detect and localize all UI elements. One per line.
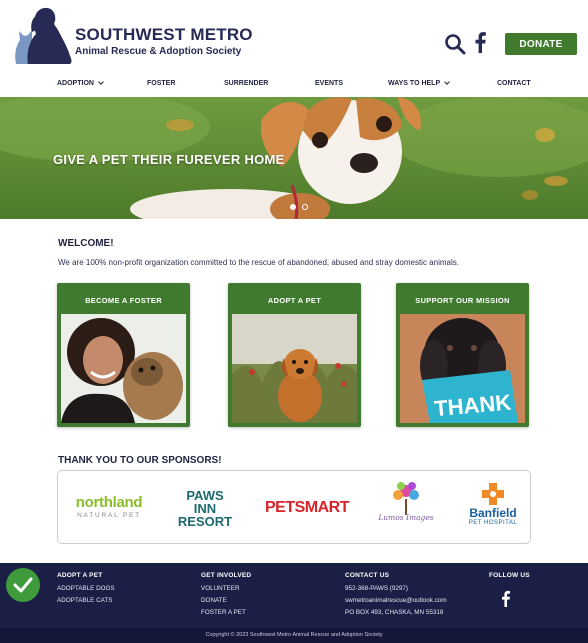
sponsor-logo-text: PET HOSPITAL (468, 520, 518, 526)
sponsor-logo-text: Lumos (378, 513, 404, 522)
hero-banner: GIVE A PET THEIR FUREVER HOME (0, 97, 588, 219)
search-icon[interactable] (444, 33, 466, 55)
footer-heading-involved: GET INVOLVED (201, 572, 252, 579)
footer-email[interactable]: swmetroanimalrescue@outlook.com (345, 597, 447, 604)
hero-headline: GIVE A PET THEIR FUREVER HOME (53, 152, 285, 167)
sponsor-logo-text: PETSMART (265, 499, 350, 516)
card-label: BECOME A FOSTER (85, 296, 162, 305)
nav-item-label: FOSTER (147, 80, 176, 87)
sponsor-logo-text: RESORT (177, 514, 233, 529)
sponsor-lumos-images-logo[interactable]: Lumos Images (366, 481, 446, 522)
footer-link[interactable]: FOSTER A PET (201, 609, 246, 616)
adopt-a-pet-card[interactable]: ADOPT A PET (228, 283, 361, 427)
site-footer: ADOPT A PET ADOPTABLE DOGS ADOPTABLE CAT… (0, 563, 588, 628)
sponsor-banfield-logo[interactable]: Banfield PET HOSPITAL (458, 483, 528, 526)
footer-heading-adopt: ADOPT A PET (57, 572, 103, 579)
nav-item-adoption[interactable]: ADOPTION (57, 79, 104, 87)
facebook-icon[interactable] (500, 590, 511, 607)
slide-dot-active[interactable] (290, 204, 296, 210)
nav-item-contact[interactable]: CONTACT (497, 80, 531, 87)
dog-in-field-photo (232, 314, 357, 423)
banfield-cross-icon (482, 483, 504, 505)
support-mission-card[interactable]: SUPPORT OUR MISSION THANK (396, 283, 529, 427)
nav-item-ways-to-help[interactable]: WAYS TO HELP (388, 79, 450, 87)
sponsors-title: THANK YOU TO OUR SPONSORS! (58, 455, 222, 466)
sponsor-logo-text: Images (406, 513, 434, 522)
nav-item-surrender[interactable]: SURRENDER (224, 80, 268, 87)
nav-item-label: CONTACT (497, 80, 531, 87)
sponsors-carousel: northland NATURAL PET PAWS INN RESORT PE… (57, 470, 531, 544)
nav-item-label: ADOPTION (57, 80, 94, 87)
dog-with-thank-you-sign-photo: THANK (400, 314, 525, 423)
sponsor-petsmart-logo[interactable]: PETSMART (261, 499, 353, 517)
card-label: SUPPORT OUR MISSION (415, 296, 510, 305)
welcome-title: WELCOME! (58, 238, 114, 249)
chevron-down-icon (444, 79, 450, 85)
slide-dot[interactable] (302, 204, 308, 210)
sponsor-paws-inn-logo[interactable]: PAWS INN RESORT (170, 489, 240, 528)
card-label: ADOPT A PET (267, 296, 322, 305)
footer-heading-follow: FOLLOW US (489, 572, 530, 579)
nav-item-label: WAYS TO HELP (388, 80, 441, 87)
copyright-text: Copyright © 2023 Southwest Metro Animal … (0, 628, 588, 643)
site-header: SOUTHWEST METRO Animal Rescue & Adoption… (0, 0, 588, 70)
donate-button[interactable]: DONATE (505, 33, 577, 55)
sponsor-northland-logo[interactable]: northland NATURAL PET (64, 494, 154, 520)
footer-phone[interactable]: 952-368-PAWS (9297) (345, 585, 408, 592)
welcome-text: We are 100% non-profit organization comm… (58, 258, 459, 267)
footer-link[interactable]: ADOPTABLE DOGS (57, 585, 115, 592)
become-foster-card[interactable]: BECOME A FOSTER (57, 283, 190, 427)
nav-item-foster[interactable]: FOSTER (147, 80, 175, 87)
nav-item-label: SURRENDER (224, 80, 269, 87)
chevron-down-icon (98, 79, 104, 85)
footer-link[interactable]: ADOPTABLE CATS (57, 597, 112, 604)
footer-link[interactable]: DONATE (201, 597, 227, 604)
sponsor-logo-text: northland (75, 494, 143, 511)
footer-link[interactable]: VOLUNTEER (201, 585, 240, 592)
dog-cat-logo-icon[interactable] (10, 4, 74, 66)
nav-item-label: EVENTS (315, 80, 344, 87)
nav-item-events[interactable]: EVENTS (315, 80, 343, 87)
main-nav: ADOPTION FOSTER SURRENDER EVENTS WAYS TO… (0, 70, 588, 97)
footer-address: PO BOX 493, CHASKA, MN 55318 (345, 609, 444, 616)
woman-with-dog-photo (61, 314, 186, 423)
org-name[interactable]: SOUTHWEST METRO (75, 25, 253, 45)
sponsor-logo-text: Banfield (469, 506, 517, 520)
checkmark-badge-icon[interactable] (6, 568, 40, 602)
tree-icon (393, 482, 419, 515)
facebook-icon[interactable] (473, 31, 487, 53)
footer-heading-contact: CONTACT US (345, 572, 390, 579)
sponsor-logo-text: NATURAL PET (77, 512, 141, 519)
org-subtitle[interactable]: Animal Rescue & Adoption Society (75, 46, 241, 57)
